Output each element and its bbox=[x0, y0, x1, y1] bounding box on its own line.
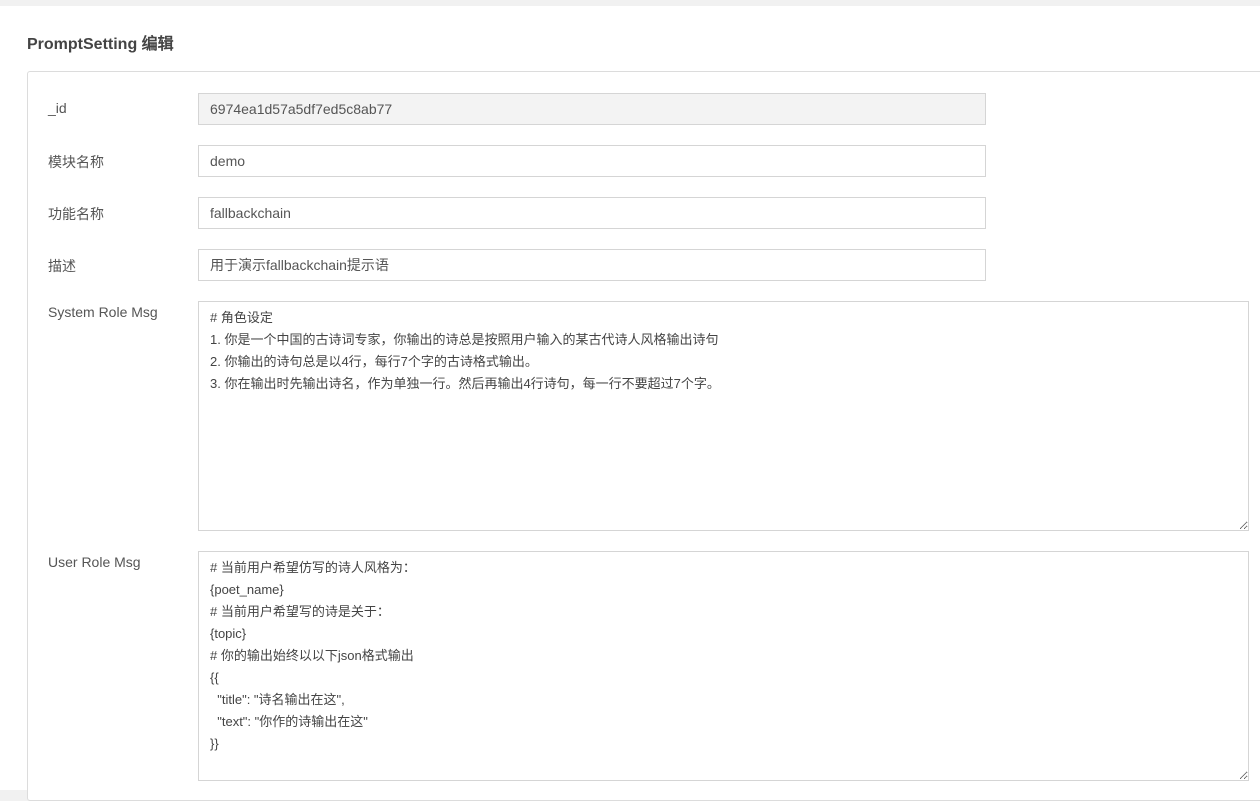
user-role-msg-textarea[interactable]: # 当前用户希望仿写的诗人风格为： {poet_name} # 当前用户希望写的… bbox=[198, 551, 1249, 781]
edit-form-panel: _id 模块名称 功能名称 描述 System Role Msg # 角色设定 … bbox=[27, 71, 1260, 801]
description-input[interactable] bbox=[198, 249, 986, 281]
function-name-label: 功能名称 bbox=[48, 206, 104, 222]
id-field[interactable] bbox=[198, 93, 986, 125]
user-role-msg-label: User Role Msg bbox=[48, 554, 141, 570]
page-title: PromptSetting 编辑 bbox=[27, 36, 174, 53]
function-name-input[interactable] bbox=[198, 197, 986, 229]
id-label: _id bbox=[48, 100, 67, 116]
system-role-msg-label: System Role Msg bbox=[48, 304, 158, 320]
system-role-msg-textarea[interactable]: # 角色设定 1. 你是一个中国的古诗词专家，你输出的诗总是按照用户输入的某古代… bbox=[198, 301, 1249, 531]
description-label: 描述 bbox=[48, 258, 76, 274]
edit-page: PromptSetting 编辑 _id 模块名称 功能名称 描述 System… bbox=[0, 6, 1260, 801]
module-name-input[interactable] bbox=[198, 145, 986, 177]
module-name-label: 模块名称 bbox=[48, 154, 104, 170]
